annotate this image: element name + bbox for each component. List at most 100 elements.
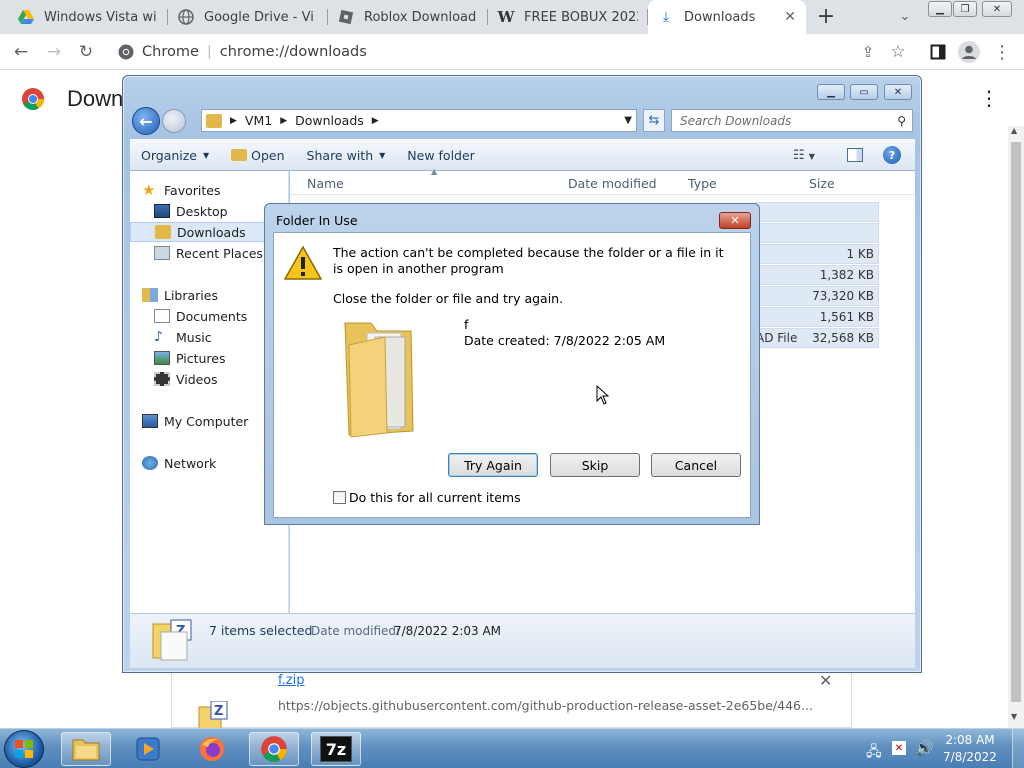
cancel-button[interactable]: Cancel <box>651 453 741 477</box>
page-menu-icon[interactable]: ⋮ <box>979 86 999 110</box>
recent-places-icon <box>154 246 170 260</box>
show-desktop-button[interactable] <box>1012 729 1024 768</box>
apply-all-checkbox[interactable] <box>333 491 346 504</box>
taskbar-chrome[interactable] <box>249 732 299 766</box>
nav-libraries[interactable]: Libraries <box>142 285 218 305</box>
chevron-down-icon: ▼ <box>379 150 386 160</box>
nav-music[interactable]: ♪ Music <box>154 327 212 347</box>
explorer-close-icon[interactable]: ✕ <box>884 84 912 100</box>
tab-downloads[interactable]: ⤓ Downloads ✕ <box>648 0 806 34</box>
new-folder-button[interactable]: New folder <box>396 148 486 163</box>
search-input[interactable]: Search Downloads ⚲ <box>671 109 913 132</box>
file-row[interactable] <box>755 223 879 243</box>
tab-roblox-download[interactable]: Roblox Download <box>328 0 488 34</box>
taskbar-firefox[interactable] <box>187 732 237 766</box>
forward-icon[interactable]: → <box>42 40 66 64</box>
tab-google-drive[interactable]: Google Drive - Vi <box>168 0 328 34</box>
nav-network[interactable]: Network <box>142 453 216 473</box>
breadcrumb-vm1[interactable]: VM1 <box>245 113 272 128</box>
views-icon[interactable]: ☷ ▼ <box>793 148 815 163</box>
details-pane: Z 7 items selected Date modified: 7/8/20… <box>130 613 915 668</box>
bookmark-star-icon[interactable]: ☆ <box>886 40 910 64</box>
browser-toolbar: ← → ↻ Chrome | chrome://downloads ⇪ ☆ ⋮ <box>0 34 1024 70</box>
close-window-icon[interactable]: ✕ <box>982 1 1012 17</box>
apply-all-label[interactable]: Do this for all current items <box>349 490 521 505</box>
file-row[interactable] <box>755 202 879 222</box>
action-center-flag-icon[interactable]: ✕ <box>892 741 906 755</box>
try-again-button[interactable]: Try Again <box>448 453 538 477</box>
file-row[interactable]: AD File 32,568 KB <box>755 328 879 348</box>
folder-in-use-dialog: Folder In Use ✕ The action can't be comp… <box>264 203 760 525</box>
column-name[interactable]: Name <box>307 176 344 191</box>
page-scrollbar[interactable]: ▲ ▼ <box>1008 126 1024 728</box>
taskbar-7zip[interactable]: 7z <box>311 732 361 766</box>
column-date-modified[interactable]: Date modified <box>568 176 657 191</box>
explorer-forward-icon[interactable] <box>162 109 186 133</box>
close-tab-icon[interactable]: ✕ <box>784 9 796 25</box>
download-url[interactable]: https://objects.githubusercontent.com/gi… <box>278 698 813 713</box>
restore-icon[interactable]: ❐ <box>953 1 977 17</box>
nav-pictures[interactable]: Pictures <box>154 348 226 368</box>
column-type[interactable]: Type <box>688 176 717 191</box>
new-tab-icon[interactable]: + <box>814 4 838 29</box>
chevron-down-icon: ▼ <box>203 150 210 160</box>
date-modified-label: Date modified: <box>311 624 401 638</box>
help-icon[interactable]: ? <box>883 146 901 164</box>
nav-my-computer[interactable]: My Computer <box>142 411 248 431</box>
open-folder-icon <box>231 149 248 161</box>
nav-desktop[interactable]: Desktop <box>154 201 228 221</box>
start-button[interactable] <box>4 730 44 768</box>
network-icon <box>142 456 158 470</box>
clock-date[interactable]: 7/8/2022 <box>940 750 1000 764</box>
file-row[interactable]: 1,382 KB <box>755 265 879 285</box>
tab-windows-vista[interactable]: Windows Vista wi <box>8 0 168 34</box>
column-size[interactable]: Size <box>809 176 835 191</box>
tab-search-chevron-icon[interactable]: ⌄ <box>893 4 917 28</box>
computer-icon <box>142 414 158 428</box>
clock-time[interactable]: 2:08 AM <box>940 733 1000 747</box>
address-dropdown-icon[interactable]: ▼ <box>624 115 632 126</box>
explorer-minimize-icon[interactable]: ▁ <box>817 84 845 100</box>
organize-button[interactable]: Organize ▼ <box>130 148 220 163</box>
volume-icon[interactable]: 🔊 <box>915 739 934 757</box>
dialog-title: Folder In Use <box>276 213 358 228</box>
tab-free-bobux[interactable]: W FREE BOBUX 2022 <box>488 0 648 34</box>
media-player-icon <box>136 737 160 761</box>
address-bar[interactable]: ▶ VM1 ▶ Downloads ▶ ▼ <box>201 109 637 132</box>
share-icon[interactable]: ⇪ <box>856 40 880 64</box>
taskbar-media-player[interactable] <box>123 732 173 766</box>
download-filename-link[interactable]: f.zip <box>278 673 304 688</box>
nav-recent-places[interactable]: Recent Places <box>154 243 263 263</box>
open-button[interactable]: Open <box>220 148 295 163</box>
reload-icon[interactable]: ↻ <box>74 40 98 64</box>
explorer-back-icon[interactable]: ← <box>132 107 160 135</box>
refresh-icon[interactable]: ⇆ <box>643 109 665 132</box>
skip-button[interactable]: Skip <box>550 453 640 477</box>
download-item: Z f.zip https://objects.githubuserconten… <box>171 671 852 732</box>
back-icon[interactable]: ← <box>9 40 33 64</box>
breadcrumb-downloads[interactable]: Downloads <box>295 113 364 128</box>
chrome-menu-icon[interactable]: ⋮ <box>990 40 1014 64</box>
side-panel-icon[interactable] <box>926 40 950 64</box>
omnibox[interactable]: Chrome | chrome://downloads <box>110 37 910 67</box>
nav-documents[interactable]: Documents <box>154 306 247 326</box>
explorer-maximize-icon[interactable]: ▭ <box>850 84 878 100</box>
preview-pane-icon[interactable] <box>847 148 863 162</box>
scroll-up-icon[interactable]: ▲ <box>1011 126 1017 135</box>
network-tray-icon[interactable]: 🖧 <box>866 741 882 765</box>
scroll-down-icon[interactable]: ▼ <box>1011 712 1017 721</box>
dialog-close-icon[interactable]: ✕ <box>719 212 751 229</box>
file-row[interactable]: 1,561 KB <box>755 307 879 327</box>
profile-avatar-icon[interactable] <box>957 40 981 64</box>
nav-favorites[interactable]: ★ Favorites <box>142 180 220 200</box>
file-row[interactable]: 73,320 KB <box>755 286 879 306</box>
file-row[interactable]: 1 KB <box>755 244 879 264</box>
dialog-message: The action can't be completed because th… <box>333 245 724 276</box>
minimize-icon[interactable]: ▁ <box>928 1 952 17</box>
remove-download-icon[interactable]: ✕ <box>819 671 832 690</box>
star-icon: ★ <box>142 181 156 199</box>
share-with-button[interactable]: Share with ▼ <box>296 148 397 163</box>
scrollbar-thumb[interactable] <box>1011 142 1021 702</box>
nav-videos[interactable]: Videos <box>154 369 218 389</box>
taskbar-explorer[interactable] <box>61 732 111 766</box>
